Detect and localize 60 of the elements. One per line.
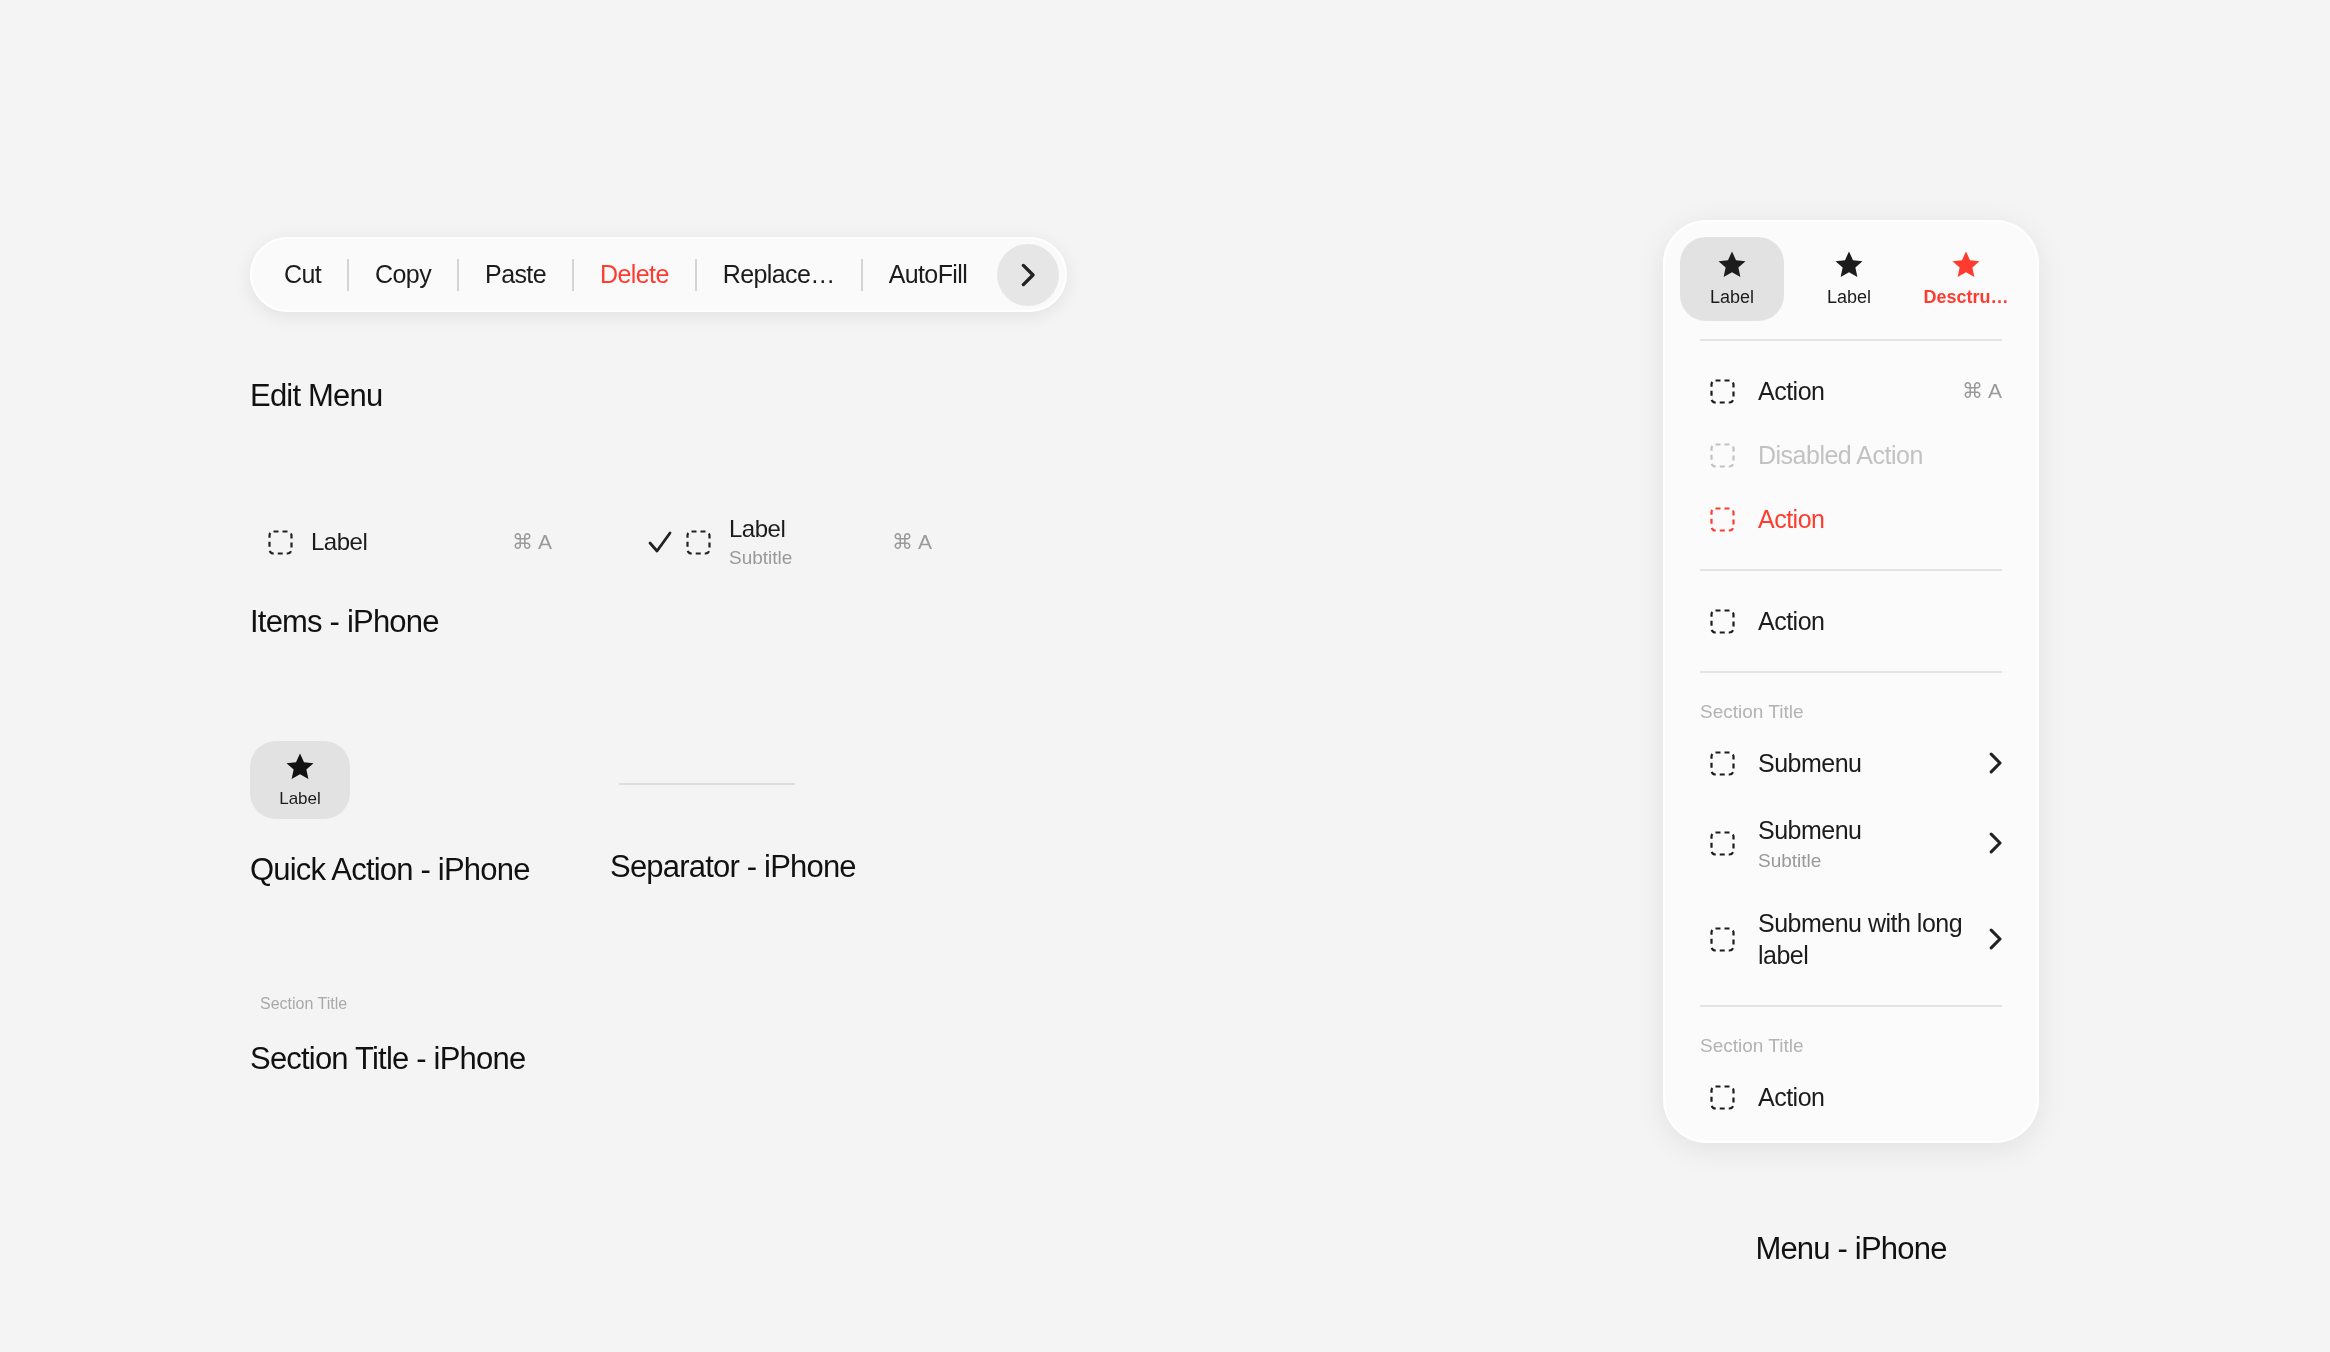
chevron-right-icon xyxy=(1988,928,2002,950)
placeholder-icon xyxy=(1710,442,1735,468)
menu-item[interactable]: Submenu xyxy=(1663,731,2039,795)
edit-menu-item[interactable]: AutoFill xyxy=(862,254,994,295)
item-label: Action xyxy=(1758,504,1826,535)
section-title: Section Title xyxy=(1699,700,1805,724)
placeholder-icon xyxy=(268,529,293,555)
component-caption: Menu - iPhone xyxy=(1755,1231,1947,1267)
menu-item[interactable]: Submenu with long label xyxy=(1663,891,2039,987)
placeholder-icon xyxy=(1710,926,1735,952)
chevron-right-icon xyxy=(1021,262,1036,287)
shortcut-label: ⌘ A xyxy=(1962,379,2002,403)
edit-menu-item[interactable]: Paste xyxy=(459,254,572,295)
checkmark-icon xyxy=(648,531,672,553)
component-caption: Separator - iPhone xyxy=(610,849,856,885)
shortcut-label: ⌘ A xyxy=(892,530,932,554)
component-caption: Section Title - iPhone xyxy=(250,1041,527,1077)
star-icon xyxy=(285,751,315,781)
item-label: Submenu xyxy=(1758,815,1863,846)
placeholder-icon xyxy=(1710,608,1735,634)
menu-item[interactable]: Submenu Subtitle xyxy=(1663,795,2039,891)
quick-action-button[interactable]: Label xyxy=(1797,237,1901,321)
placeholder-icon xyxy=(686,529,711,555)
item-subtitle: Subtitle xyxy=(729,547,794,569)
chevron-right-icon xyxy=(1988,752,2002,774)
item-subtitle: Subtitle xyxy=(1758,850,1823,872)
quick-action-button[interactable]: Label xyxy=(1680,237,1784,321)
placeholder-icon xyxy=(1710,750,1735,776)
section-title: Section Title xyxy=(260,995,349,1013)
edit-menu-item[interactable]: Replace… xyxy=(696,254,861,295)
edit-menu-item[interactable]: Copy xyxy=(349,254,458,295)
quick-action-button[interactable]: Label xyxy=(250,741,350,819)
component-caption: Quick Action - iPhone xyxy=(250,852,531,888)
star-icon xyxy=(1951,250,1981,279)
edit-menu-item[interactable]: Cut xyxy=(258,254,348,295)
item-label: Submenu xyxy=(1758,748,1863,779)
menu-item[interactable]: Label Subtitle ⌘ A xyxy=(630,507,950,577)
item-label: Label xyxy=(311,528,369,556)
menu-item[interactable]: Action xyxy=(1663,1065,2039,1129)
menu-item[interactable]: Label ⌘ A xyxy=(250,507,570,577)
placeholder-icon xyxy=(1710,1084,1735,1110)
more-button[interactable] xyxy=(997,243,1060,306)
section-title: Section Title xyxy=(1699,1034,1805,1058)
item-label: Action xyxy=(1758,376,1826,407)
placeholder-icon xyxy=(1710,506,1735,532)
item-label: Action xyxy=(1758,1082,1826,1113)
star-icon xyxy=(1717,250,1747,279)
placeholder-icon xyxy=(1710,378,1735,404)
component-caption: Edit Menu xyxy=(250,378,384,414)
shortcut-label: ⌘ A xyxy=(512,530,552,554)
chevron-right-icon xyxy=(1988,832,2002,854)
placeholder-icon xyxy=(1710,830,1735,856)
item-label: Label xyxy=(729,515,787,543)
item-label: Submenu with long label xyxy=(1758,908,1964,971)
item-label: Disabled Action xyxy=(1758,440,1924,471)
component-caption: Items - iPhone xyxy=(250,604,440,640)
menu-item[interactable]: Action xyxy=(1663,589,2039,653)
menu-item[interactable]: Action ⌘ A xyxy=(1663,359,2039,423)
star-icon xyxy=(1834,250,1864,279)
item-label: Action xyxy=(1758,606,1826,637)
